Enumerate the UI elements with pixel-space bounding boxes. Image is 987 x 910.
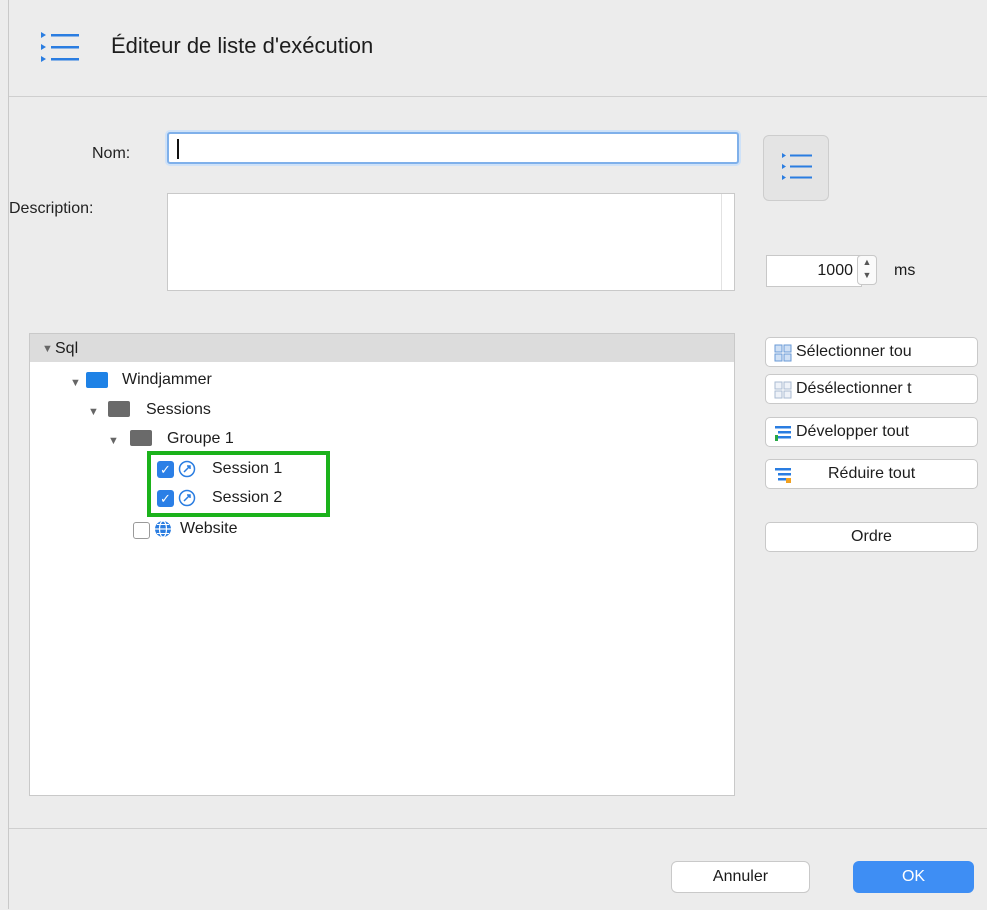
dialog-title: Éditeur de liste d'exécution <box>111 33 374 58</box>
dialog-footer <box>9 828 987 910</box>
folder-icon <box>130 430 152 446</box>
disclosure-triangle-icon[interactable]: ▼ <box>108 435 119 447</box>
tree-item-session-2[interactable]: Session 2 <box>212 489 282 507</box>
ok-button[interactable]: OK <box>853 861 974 893</box>
run-list-editor-dialog: Éditeur de liste d'exécution Nom: Descri… <box>8 0 987 910</box>
select-all-icon <box>774 344 792 362</box>
session-2-checkbox[interactable]: ✓ <box>157 490 174 507</box>
cancel-button[interactable]: Annuler <box>671 861 810 893</box>
globe-icon <box>155 520 171 538</box>
description-label: Description: <box>9 200 94 217</box>
list-icon-button[interactable] <box>763 135 829 201</box>
tree-root-label: Sql <box>55 340 79 357</box>
list-icon <box>782 153 812 180</box>
session-tree[interactable]: ▼ Sql ▼ Windjammer ▼ Sessions ▼ Groupe 1… <box>29 333 735 796</box>
select-all-label: Sélectionner tou <box>796 343 912 360</box>
interval-stepper[interactable]: ▲ ▼ <box>857 255 877 285</box>
collapse-all-label: Réduire tout <box>828 465 916 482</box>
tree-item-windjammer[interactable]: Windjammer <box>122 371 212 389</box>
deselect-all-button[interactable]: Désélectionner t <box>765 374 978 404</box>
tree-item-session-1[interactable]: Session 1 <box>212 460 282 478</box>
name-input[interactable] <box>167 132 739 164</box>
list-icon <box>41 32 79 62</box>
collapse-all-icon <box>775 468 791 483</box>
tree-item-groupe-1[interactable]: Groupe 1 <box>167 430 234 448</box>
expand-all-button[interactable]: Développer tout <box>765 417 978 447</box>
disclosure-triangle-icon[interactable]: ▼ <box>70 377 81 389</box>
expand-all-label: Développer tout <box>796 423 909 440</box>
disclosure-triangle-icon[interactable]: ▼ <box>88 406 99 418</box>
tree-item-website[interactable]: Website <box>180 520 238 538</box>
tree-item-sessions[interactable]: Sessions <box>146 401 211 419</box>
expand-all-icon <box>775 426 791 441</box>
deselect-all-label: Désélectionner t <box>796 380 912 397</box>
interval-field[interactable]: 1000 <box>766 255 862 287</box>
session-icon <box>178 489 196 507</box>
select-all-button[interactable]: Sélectionner tou <box>765 337 978 367</box>
folder-icon <box>108 401 130 417</box>
name-label: Nom: <box>92 145 131 162</box>
website-checkbox[interactable] <box>133 522 150 539</box>
interval-unit-label: ms <box>894 262 916 279</box>
tree-root-row[interactable]: ▼ Sql <box>30 334 734 362</box>
order-label: Ordre <box>851 528 892 545</box>
folder-icon <box>86 372 108 388</box>
session-icon <box>178 460 196 478</box>
disclosure-triangle-icon[interactable]: ▼ <box>42 343 53 355</box>
order-button[interactable]: Ordre <box>765 522 978 552</box>
description-scrollbar[interactable] <box>721 194 722 290</box>
description-textarea[interactable] <box>167 193 735 291</box>
collapse-all-button[interactable]: Réduire tout <box>765 459 978 489</box>
session-1-checkbox[interactable]: ✓ <box>157 461 174 478</box>
deselect-all-icon <box>774 381 792 399</box>
text-caret <box>177 139 179 159</box>
dialog-header: Éditeur de liste d'exécution <box>9 0 987 97</box>
